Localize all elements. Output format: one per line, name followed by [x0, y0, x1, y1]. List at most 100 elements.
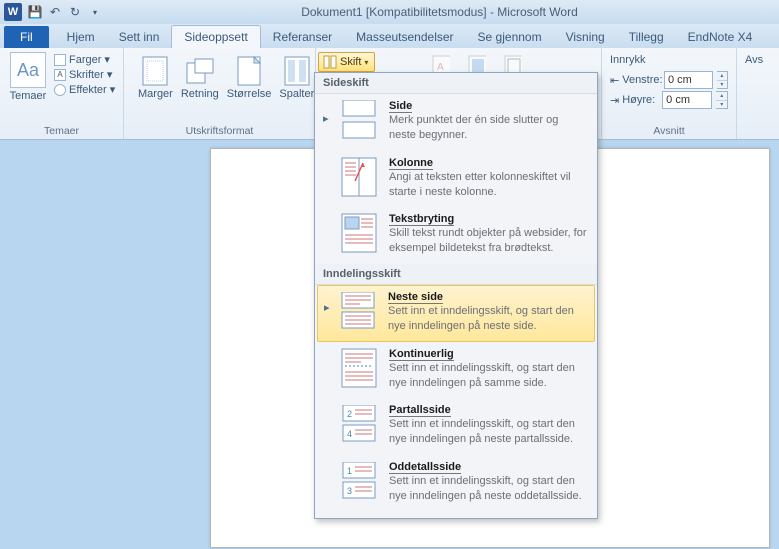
columns-button[interactable]: Spalter: [279, 56, 314, 100]
text-wrapping-title: Tekstbryting: [389, 213, 587, 225]
columns-icon: [281, 56, 313, 86]
themes-icon: Aa: [10, 52, 46, 88]
page-break-title: Side: [389, 100, 587, 112]
next-page-title: Neste side: [388, 291, 586, 303]
text-wrapping-desc: Skill tekst rundt objekter på websider, …: [389, 226, 587, 256]
indent-right-icon: ⇥: [610, 94, 619, 107]
tab-sideoppsett[interactable]: Sideoppsett: [171, 25, 260, 48]
group-page-setup: Marger Retning Størrelse Spalter: [124, 48, 316, 139]
odd-page-icon: 13: [339, 461, 379, 501]
word-app-icon: W: [4, 3, 22, 21]
tab-se-gjennom[interactable]: Se gjennom: [466, 26, 554, 48]
chevron-down-icon: ▾: [364, 58, 368, 67]
menu-continuous[interactable]: Kontinuerlig Sett inn et inndelingsskift…: [315, 342, 597, 399]
themes-label: Temaer: [6, 90, 50, 102]
group-spacing: Avs: [737, 48, 777, 139]
odd-page-title: Oddetallsside: [389, 461, 587, 473]
ribbon-tabs: Fil Hjem Sett inn Sideoppsett Referanser…: [0, 24, 779, 48]
svg-text:1: 1: [347, 466, 352, 476]
tab-fil[interactable]: Fil: [4, 26, 49, 48]
group-avsnitt-label: Avsnitt: [608, 123, 730, 137]
section-breaks-header: Inndelingsskift: [315, 264, 597, 285]
even-page-title: Partallsside: [389, 404, 587, 416]
breaks-button[interactable]: Skift ▾: [318, 52, 375, 72]
redo-icon[interactable]: ↻: [66, 3, 84, 21]
page-break-icon: [339, 100, 379, 140]
menu-next-page[interactable]: ▸ Neste side Sett inn et inndelingsskift…: [317, 285, 595, 342]
odd-page-desc: Sett inn et inndelingsskift, og start de…: [389, 474, 587, 504]
size-button[interactable]: Størrelse: [227, 56, 272, 100]
margins-button[interactable]: Marger: [138, 56, 173, 100]
arrow-icon: ▸: [323, 100, 329, 125]
margins-label: Marger: [138, 88, 173, 100]
text-wrapping-icon: [339, 213, 379, 253]
fonts-icon: A: [54, 69, 66, 81]
continuous-title: Kontinuerlig: [389, 348, 587, 360]
tab-sett-inn[interactable]: Sett inn: [107, 26, 172, 48]
column-break-title: Kolonne: [389, 157, 587, 169]
svg-text:4: 4: [347, 429, 352, 439]
svg-text:2: 2: [347, 409, 352, 419]
column-break-desc: Angi at teksten etter kolonneskiftet vil…: [389, 170, 587, 200]
margins-icon: [139, 56, 171, 86]
orientation-button[interactable]: Retning: [181, 56, 219, 100]
colors-icon: [54, 54, 66, 66]
continuous-icon: [339, 348, 379, 388]
menu-even-page[interactable]: 24 Partallsside Sett inn et inndelingssk…: [315, 398, 597, 455]
breaks-icon: [323, 55, 337, 69]
spacing-title: Avs: [743, 52, 771, 70]
save-icon[interactable]: 💾: [26, 3, 44, 21]
quick-access-toolbar: 💾 ↶ ↻ ▾: [26, 3, 104, 21]
indent-title: Innrykk: [608, 52, 730, 70]
theme-effects-label: Effekter: [69, 84, 107, 96]
tab-referanser[interactable]: Referanser: [261, 26, 344, 48]
group-page-setup-label: Utskriftsformat: [130, 123, 309, 137]
breaks-dropdown: Sideskift ▸ Side Merk punktet der én sid…: [314, 72, 598, 519]
theme-effects-button[interactable]: Effekter ▾: [54, 82, 115, 97]
group-themes: Aa Temaer Farger ▾ ASkrifter ▾ Effekter …: [0, 48, 124, 139]
themes-button[interactable]: Aa Temaer: [6, 52, 50, 102]
theme-fonts-label: Skrifter: [69, 69, 104, 81]
title-bar: W 💾 ↶ ↻ ▾ Dokument1 [Kompatibilitetsmodu…: [0, 0, 779, 24]
even-page-icon: 24: [339, 404, 379, 444]
tab-hjem[interactable]: Hjem: [55, 26, 107, 48]
column-break-icon: [339, 157, 379, 197]
undo-icon[interactable]: ↶: [46, 3, 64, 21]
menu-odd-page[interactable]: 13 Oddetallsside Sett inn et inndelingss…: [315, 455, 597, 512]
continuous-desc: Sett inn et inndelingsskift, og start de…: [389, 361, 587, 391]
size-icon: [233, 56, 265, 86]
theme-fonts-button[interactable]: ASkrifter ▾: [54, 67, 115, 82]
group-indent: Innrykk ⇤Venstre: 0 cm ▴▾ ⇥Høyre: 0 cm ▴…: [602, 48, 737, 139]
page-break-desc: Merk punktet der én side slutter og nest…: [389, 113, 587, 143]
svg-text:3: 3: [347, 486, 352, 496]
tab-endnote[interactable]: EndNote X4: [676, 26, 765, 48]
orientation-label: Retning: [181, 88, 219, 100]
tab-masseutsendelser[interactable]: Masseutsendelser: [344, 26, 465, 48]
indent-right-input[interactable]: 0 cm: [662, 91, 712, 109]
effects-icon: [54, 84, 66, 96]
next-page-icon: [338, 291, 378, 331]
tab-visning[interactable]: Visning: [554, 26, 617, 48]
indent-right-label: ⇥Høyre:: [610, 94, 658, 107]
indent-left-icon: ⇤: [610, 74, 619, 87]
indent-left-spinner[interactable]: ▴▾: [717, 71, 728, 89]
next-page-desc: Sett inn et inndelingsskift, og start de…: [388, 304, 586, 334]
columns-label: Spalter: [279, 88, 314, 100]
menu-column-break[interactable]: Kolonne Angi at teksten etter kolonneski…: [315, 151, 597, 208]
qat-dropdown-icon[interactable]: ▾: [86, 3, 104, 21]
indent-left-label: ⇤Venstre:: [610, 74, 660, 87]
size-label: Størrelse: [227, 88, 272, 100]
breaks-label: Skift: [340, 56, 361, 68]
menu-text-wrapping-break[interactable]: Tekstbryting Skill tekst rundt objekter …: [315, 207, 597, 264]
theme-colors-label: Farger: [69, 54, 101, 66]
section-page-breaks-header: Sideskift: [315, 73, 597, 94]
window-title: Dokument1 [Kompatibilitetsmodus] - Micro…: [104, 5, 775, 19]
tab-tillegg[interactable]: Tillegg: [617, 26, 676, 48]
group-themes-label: Temaer: [6, 123, 117, 137]
theme-colors-button[interactable]: Farger ▾: [54, 52, 115, 67]
orientation-icon: [184, 56, 216, 86]
indent-left-input[interactable]: 0 cm: [664, 71, 713, 89]
indent-right-spinner[interactable]: ▴▾: [716, 91, 728, 109]
arrow-icon: ▸: [324, 291, 328, 314]
menu-page-break[interactable]: ▸ Side Merk punktet der én side slutter …: [315, 94, 597, 151]
